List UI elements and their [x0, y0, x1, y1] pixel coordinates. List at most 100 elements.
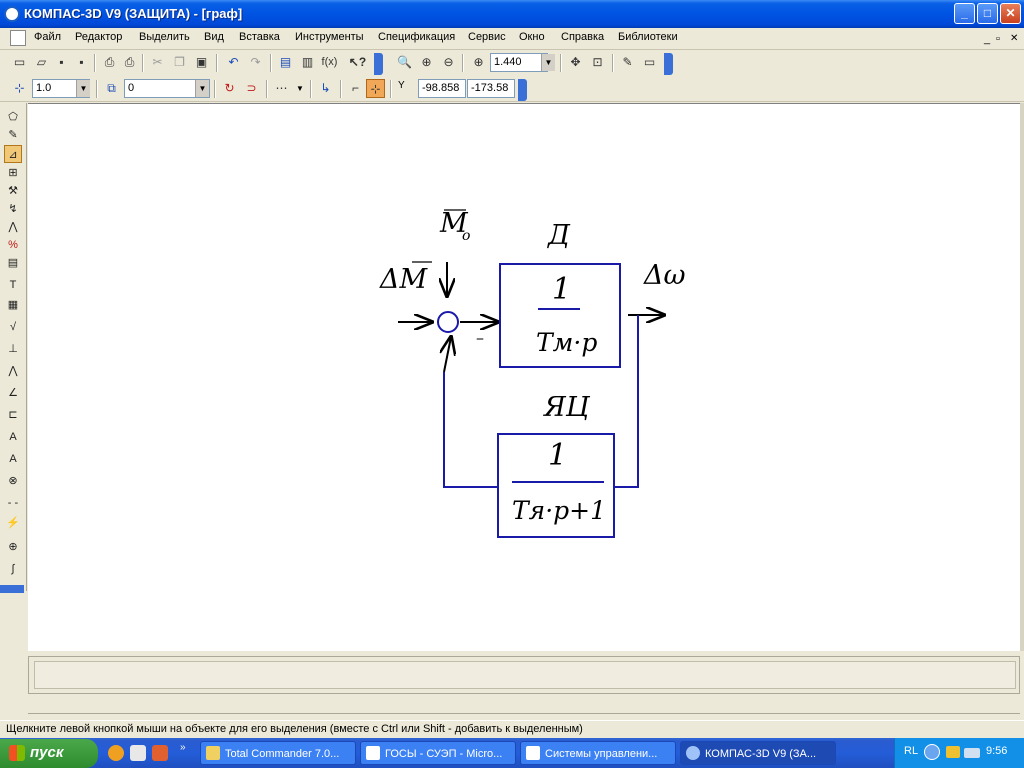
drawing-canvas[interactable]: ΔM M o Д 1 Tм·p Δω – ЯЦ 1 Tя·p+1 [28, 103, 1020, 651]
pan-icon[interactable]: ✥ [566, 53, 585, 72]
new-document-icon[interactable]: ▭ [10, 53, 29, 72]
cut-icon[interactable]: ✂ [148, 53, 167, 72]
snap-icon[interactable]: ↻ [220, 79, 239, 98]
refresh-icon[interactable]: ✎ [618, 53, 637, 72]
hammer-icon[interactable]: ⚒ [4, 182, 22, 200]
menu-tools[interactable]: Инструменты [295, 31, 364, 43]
parametrize-icon[interactable]: ⋀ [4, 218, 22, 236]
manager-icon[interactable]: ▤ [276, 53, 295, 72]
zoom-window-icon[interactable]: 🔍 [395, 53, 414, 72]
menu-view[interactable]: Вид [204, 31, 224, 43]
task-word-systems[interactable]: Системы управлени... [520, 741, 676, 765]
tray-app-icon[interactable] [946, 746, 960, 758]
task-total-commander[interactable]: Total Commander 7.0... [200, 741, 356, 765]
save-all-icon[interactable]: ▪ [72, 53, 91, 72]
position-icon[interactable]: ∠ [4, 384, 22, 402]
coord-x-field[interactable]: -98.858 [418, 79, 466, 98]
library-icon[interactable]: ▥ [298, 53, 317, 72]
toolbar-grip-icon[interactable] [664, 53, 673, 75]
menu-select[interactable]: Выделить [139, 31, 190, 43]
save-icon[interactable]: ▪ [52, 53, 71, 72]
toolbar-grip-icon[interactable] [0, 585, 24, 593]
dimensions-icon[interactable]: ⊿ [4, 145, 22, 163]
chevron-down-icon[interactable]: ▼ [195, 80, 209, 97]
doc-restore-button[interactable]: ▫ [996, 33, 1000, 45]
menu-help[interactable]: Справка [561, 31, 604, 43]
menu-service[interactable]: Сервис [468, 31, 506, 43]
chevron-down-icon[interactable]: ▼ [541, 54, 555, 71]
layers-icon[interactable]: ⧉ [102, 79, 121, 98]
coord-y-field[interactable]: -173.58 [467, 79, 515, 98]
quicklaunch-printer-icon[interactable] [130, 745, 146, 761]
doc-close-button[interactable]: ✕ [1010, 33, 1018, 44]
task-word-gosy[interactable]: ГОСЫ - СУЭП - Micro... [360, 741, 516, 765]
tray-network-icon[interactable] [964, 748, 980, 758]
wave-line-icon[interactable]: ∫ [4, 560, 22, 578]
display-icon[interactable]: ▭ [640, 53, 659, 72]
table-icon[interactable]: ▦ [4, 296, 22, 314]
grid-icon[interactable]: ⋯ [272, 79, 291, 98]
lightning-icon[interactable]: ⚡ [4, 514, 22, 532]
ortho-icon[interactable]: ⌐ [346, 79, 365, 98]
quicklaunch-app-icon[interactable] [108, 745, 124, 761]
toolbar-grip-icon[interactable] [374, 53, 383, 75]
print-icon[interactable]: ⎙ [100, 53, 119, 72]
tray-arrow-icon[interactable] [924, 744, 940, 760]
redo-icon[interactable]: ↷ [246, 53, 265, 72]
language-indicator[interactable]: RL [904, 745, 918, 757]
axis-icon[interactable]: A [4, 428, 22, 446]
tolerance-icon[interactable]: ⊏ [4, 406, 22, 424]
undo-icon[interactable]: ↶ [224, 53, 243, 72]
open-folder-icon[interactable]: ▱ [32, 53, 51, 72]
grid-tool-icon[interactable]: ⊞ [4, 164, 22, 182]
edit-icon[interactable]: ↯ [4, 200, 22, 218]
magnet-icon[interactable]: ⊃ [242, 79, 261, 98]
quicklaunch-expand-icon[interactable]: » [180, 742, 186, 753]
copy-icon[interactable]: ❐ [170, 53, 189, 72]
print-preview-icon[interactable]: ⎙ [120, 53, 139, 72]
document-icon[interactable] [10, 30, 26, 46]
base-icon[interactable]: ⊥ [4, 340, 22, 358]
zoom-scale-icon[interactable]: ⊕ [469, 53, 488, 72]
quicklaunch-toolbox-icon[interactable] [152, 745, 168, 761]
menu-window[interactable]: Окно [519, 31, 545, 43]
text-icon[interactable]: T [4, 276, 22, 294]
dash-line-icon[interactable]: - - [4, 494, 22, 512]
menu-libraries[interactable]: Библиотеки [618, 31, 678, 43]
zoom-out-icon[interactable]: ⊖ [439, 53, 458, 72]
center-mark-icon[interactable]: ⊕ [4, 538, 22, 556]
menu-editor[interactable]: Редактор [75, 31, 122, 43]
geometry-icon[interactable]: ⬠ [4, 108, 22, 126]
vertical-scrollbar[interactable] [1020, 103, 1024, 651]
minimize-button[interactable]: _ [954, 3, 975, 24]
roughness-icon[interactable]: √ [4, 318, 22, 336]
menu-file[interactable]: Файл [34, 31, 61, 43]
help-pointer-icon[interactable]: ↖? [348, 53, 367, 72]
kompas-app-icon[interactable] [4, 6, 20, 22]
chevron-down-icon[interactable]: ▼ [76, 80, 90, 97]
cut-line-icon[interactable]: ⊗ [4, 472, 22, 490]
task-kompas[interactable]: КОМПАС-3D V9 (ЗА... [680, 741, 836, 765]
pencil-icon[interactable]: ✎ [4, 126, 22, 144]
zoom-in-icon[interactable]: ⊕ [417, 53, 436, 72]
toolbar-separator [560, 54, 562, 72]
properties-field[interactable] [34, 661, 1016, 689]
menu-insert[interactable]: Вставка [239, 31, 280, 43]
view-arrow-icon[interactable]: A [4, 450, 22, 468]
chevron-down-icon[interactable]: ▼ [293, 80, 307, 97]
show-all-icon[interactable]: ⊡ [588, 53, 607, 72]
function-icon[interactable]: f(x) [320, 53, 339, 72]
spec-icon[interactable]: ▤ [4, 254, 22, 272]
measure-icon[interactable]: % [4, 236, 22, 254]
zoom-combo[interactable]: 1.440 [490, 53, 548, 72]
snap-mode-icon[interactable]: ⊹ [366, 79, 385, 98]
paste-icon[interactable]: ▣ [192, 53, 211, 72]
close-button[interactable]: ✕ [1000, 3, 1021, 24]
leader-icon[interactable]: ⋀ [4, 362, 22, 380]
menu-specification[interactable]: Спецификация [378, 31, 455, 43]
toolbar-grip-icon[interactable] [518, 79, 527, 101]
maximize-button[interactable]: □ [977, 3, 998, 24]
local-cs-icon[interactable]: ↳ [316, 79, 335, 98]
doc-minimize-button[interactable]: _ [984, 33, 990, 45]
step-icon[interactable]: ⊹ [10, 79, 29, 98]
